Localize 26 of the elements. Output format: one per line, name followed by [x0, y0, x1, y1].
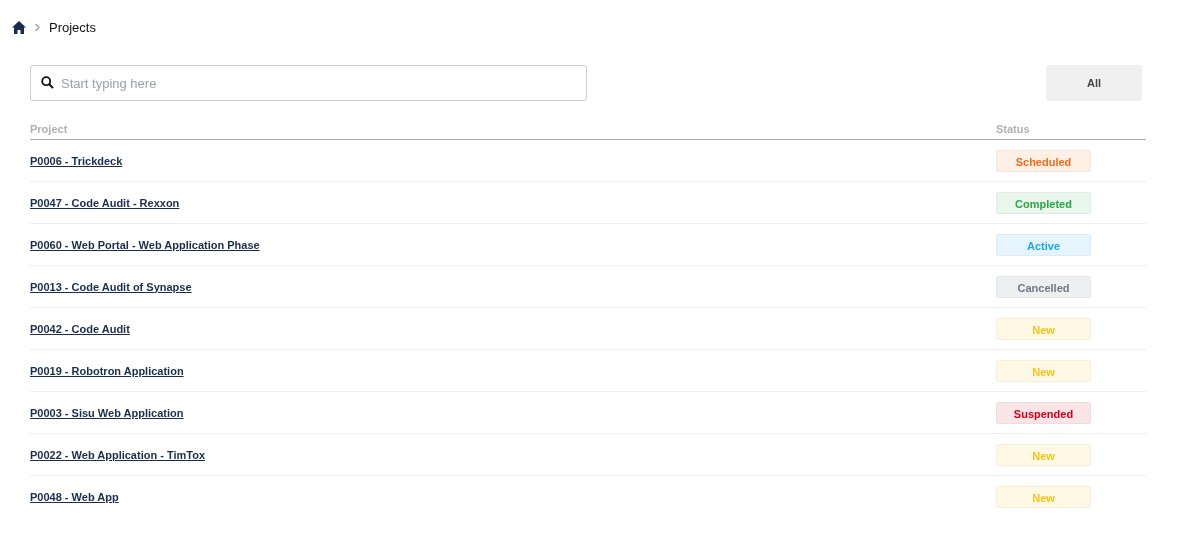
status-badge: Suspended: [996, 401, 1091, 424]
status-badge: New: [996, 485, 1091, 508]
status-badge: Cancelled: [996, 275, 1091, 298]
status-badge: Active: [996, 233, 1091, 256]
project-link[interactable]: P0060 - Web Portal - Web Application Phase: [30, 238, 260, 251]
search-field[interactable]: Start typing here: [30, 65, 587, 101]
column-header: Project: [30, 123, 68, 135]
project-link[interactable]: P0003 - Sisu Web Application: [30, 406, 184, 419]
project-link[interactable]: P0006 - Trickdeck: [30, 154, 123, 167]
project-link[interactable]: P0048 - Web App: [30, 490, 119, 503]
project-link[interactable]: P0042 - Code Audit: [30, 322, 130, 335]
status-badge: Scheduled: [996, 149, 1091, 172]
project-link[interactable]: P0019 - Robotron Application: [30, 364, 184, 377]
status-badge: Completed: [996, 191, 1091, 214]
breadcrumb-current: Projects: [49, 19, 96, 35]
search-icon: [41, 76, 54, 89]
status-badge: New: [996, 317, 1091, 340]
filter-button[interactable]: All: [1046, 65, 1142, 101]
project-link[interactable]: P0047 - Code Audit - Rexxon: [30, 196, 180, 209]
chevron-icon: [34, 22, 41, 32]
status-badge: New: [996, 359, 1091, 382]
column-header: Status: [996, 123, 1030, 135]
project-link[interactable]: P0022 - Web Application - TimTox: [30, 448, 205, 461]
status-badge: New: [996, 443, 1091, 466]
home-icon[interactable]: [12, 20, 26, 34]
project-link[interactable]: P0013 - Code Audit of Synapse: [30, 280, 192, 293]
